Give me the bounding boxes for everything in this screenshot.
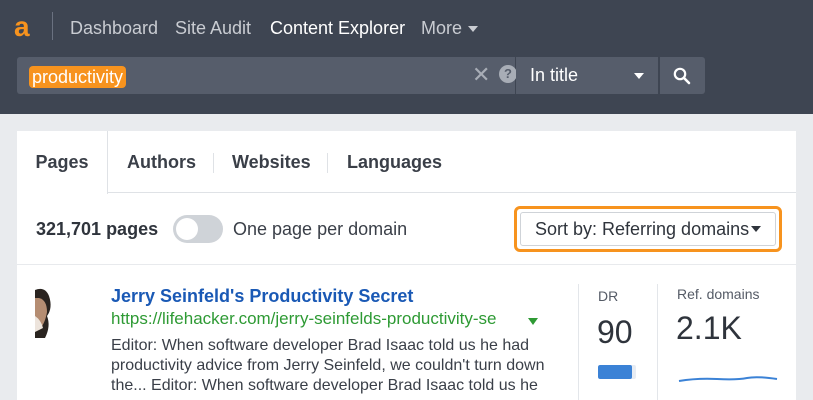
column-divider xyxy=(578,284,579,400)
tab-bar: Pages Authors Websites Languages xyxy=(17,131,796,194)
search-icon xyxy=(673,67,691,85)
one-page-per-domain-toggle[interactable] xyxy=(173,215,223,243)
top-navigation-bar: a Dashboard Site Audit Content Explorer … xyxy=(0,0,813,114)
referring-domains-label: Ref. domains xyxy=(677,286,760,302)
logo-letter: a xyxy=(14,11,30,42)
results-panel: Pages Authors Websites Languages 321,701… xyxy=(17,131,796,400)
tab-languages[interactable]: Languages xyxy=(347,131,442,193)
referring-domains-value: 2.1K xyxy=(676,310,742,346)
dr-bar-fill xyxy=(598,365,633,379)
nav-content-explorer[interactable]: Content Explorer xyxy=(270,16,405,40)
tab-authors[interactable]: Authors xyxy=(127,131,196,193)
nav-more[interactable]: More xyxy=(421,16,479,40)
url-options-caret-icon[interactable] xyxy=(528,318,538,325)
dr-value: 90 xyxy=(597,314,633,350)
chevron-down-icon xyxy=(468,26,479,32)
search-button[interactable] xyxy=(660,57,705,94)
result-item: Jerry Seinfeld's Productivity Secret htt… xyxy=(17,266,796,400)
description-line: the... Editor: When software developer B… xyxy=(111,377,538,394)
toggle-knob xyxy=(176,218,198,240)
search-mode-label: In title xyxy=(530,65,579,85)
search-input[interactable]: productivity ✕ ? xyxy=(17,57,517,94)
sort-label: Sort by: Referring domains xyxy=(535,219,750,239)
result-url-link[interactable]: https://lifehacker.com/jerry-seinfelds-p… xyxy=(111,309,496,329)
description-line: productivity advice from Jerry Seinfeld,… xyxy=(111,357,545,374)
nav-dashboard[interactable]: Dashboard xyxy=(70,16,158,40)
sort-dropdown[interactable]: Sort by: Referring domains xyxy=(520,212,776,246)
ahrefs-logo[interactable]: a xyxy=(14,11,36,42)
result-thumbnail xyxy=(35,286,85,338)
description-line: Editor: When software developer Brad Isa… xyxy=(111,337,530,354)
nav-site-audit[interactable]: Site Audit xyxy=(175,16,251,40)
tab-websites[interactable]: Websites xyxy=(232,131,311,193)
sort-highlight: Sort by: Referring domains xyxy=(514,206,782,252)
toggle-label: One page per domain xyxy=(233,219,408,239)
clear-icon[interactable]: ✕ xyxy=(472,64,490,86)
tab-divider xyxy=(327,153,328,173)
result-title-link[interactable]: Jerry Seinfeld's Productivity Secret xyxy=(111,286,413,307)
help-icon[interactable]: ? xyxy=(499,65,517,83)
results-controls: 321,701 pages One page per domain Sort b… xyxy=(17,193,796,265)
referring-domains-sparkline xyxy=(678,376,778,382)
tab-pages[interactable]: Pages xyxy=(17,131,108,194)
nav-divider xyxy=(52,12,53,40)
nav-more-label: More xyxy=(421,18,463,38)
results-count: 321,701 pages xyxy=(36,219,159,239)
result-description: Editor: When software developer Brad Isa… xyxy=(111,336,566,396)
chevron-down-icon xyxy=(634,73,644,79)
dr-label: DR xyxy=(598,288,619,304)
column-divider xyxy=(657,284,658,400)
chevron-down-icon xyxy=(751,226,761,232)
search-query: productivity xyxy=(29,66,127,88)
dr-bar xyxy=(598,365,636,379)
search-mode-select[interactable]: In title xyxy=(516,57,658,94)
tab-divider xyxy=(213,153,214,173)
